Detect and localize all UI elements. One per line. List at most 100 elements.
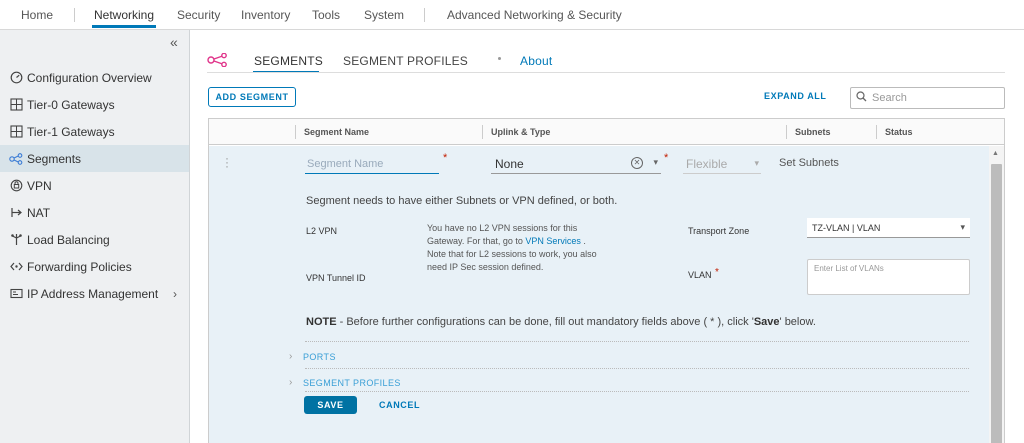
required-marker: * — [443, 152, 448, 164]
segments-table: Segment Name Uplink & Type Subnets Statu… — [208, 118, 1005, 443]
load-balancer-icon — [9, 233, 23, 247]
search-icon — [856, 91, 867, 105]
required-marker: * — [715, 267, 719, 278]
nav-separator — [424, 8, 425, 22]
sidebar-item-ip-address-management[interactable]: IP Address Management › — [0, 280, 189, 307]
segment-name-input[interactable] — [305, 154, 439, 174]
chevron-down-icon: ▾ — [754, 158, 759, 168]
save-button[interactable]: SAVE — [304, 396, 357, 414]
sidebar-item-label: VPN — [27, 178, 52, 193]
sidebar-item-configuration-overview[interactable]: Configuration Overview — [0, 64, 189, 91]
note-save: Save — [753, 316, 780, 328]
l2vpn-description: You have no L2 VPN sessions for this Gat… — [427, 222, 597, 274]
dashboard-icon — [9, 71, 23, 85]
column-separator — [786, 125, 787, 139]
sidebar-item-forwarding-policies[interactable]: Forwarding Policies — [0, 253, 189, 280]
column-header-uplink-type[interactable]: Uplink & Type — [484, 119, 550, 145]
transport-zone-value: TZ-VLAN | VLAN — [812, 222, 881, 233]
nat-icon — [9, 206, 23, 220]
nav-active-indicator — [92, 25, 156, 28]
nav-security[interactable]: Security — [177, 8, 220, 22]
table-header: Segment Name Uplink & Type Subnets Statu… — [209, 119, 1004, 145]
note-message: NOTE - Before further configurations can… — [306, 316, 816, 328]
transport-zone-label: Transport Zone — [688, 226, 750, 236]
segment-profiles-section[interactable]: › SEGMENT PROFILES — [289, 377, 401, 388]
sidebar-item-label: Tier-0 Gateways — [27, 97, 115, 112]
section-divider — [305, 341, 969, 342]
required-marker: * — [664, 152, 669, 164]
sidebar-item-label: IP Address Management — [27, 286, 159, 301]
nav-advanced-networking[interactable]: Advanced Networking & Security — [447, 8, 622, 22]
vpn-services-link[interactable]: VPN Services — [525, 236, 581, 246]
sidebar-item-label: Load Balancing — [27, 232, 110, 247]
note-prefix: NOTE — [306, 316, 337, 328]
nav-networking[interactable]: Networking — [94, 8, 154, 22]
segments-icon — [207, 52, 229, 70]
chevron-down-icon: ▾ — [960, 222, 965, 232]
table-row: ··· * None ✕ ▾ * Flexible ▾ Set Subnets … — [209, 146, 989, 443]
chevron-right-icon: › — [289, 351, 293, 362]
gateway-icon — [9, 98, 23, 112]
transport-zone-select[interactable]: TZ-VLAN | VLAN ▾ — [807, 218, 970, 238]
segment-profiles-label: SEGMENT PROFILES — [303, 377, 401, 388]
vlan-input[interactable] — [808, 260, 969, 294]
l2vpn-label: L2 VPN — [306, 226, 338, 236]
nav-tools[interactable]: Tools — [312, 8, 340, 22]
sidebar-item-tier0-gateways[interactable]: Tier-0 Gateways — [0, 91, 189, 118]
scrollbar-thumb[interactable] — [991, 164, 1002, 443]
sidebar-item-label: Segments — [27, 151, 82, 166]
collapse-sidebar-icon[interactable]: « — [170, 34, 178, 50]
vlan-input-box — [807, 259, 970, 295]
nav-system[interactable]: System — [364, 8, 404, 22]
uplink-select[interactable]: None ✕ ▾ — [491, 154, 661, 174]
sidebar: « Configuration Overview Tier-0 Gateways… — [0, 30, 190, 443]
tabs-divider — [207, 72, 1005, 73]
sidebar-item-nat[interactable]: NAT — [0, 199, 189, 226]
type-value: Flexible — [686, 156, 728, 171]
sidebar-item-label: NAT — [27, 205, 51, 220]
cancel-button[interactable]: CANCEL — [379, 400, 420, 410]
tab-about[interactable]: About — [520, 54, 552, 68]
sidebar-item-tier1-gateways[interactable]: Tier-1 Gateways — [0, 118, 189, 145]
validation-message: Segment needs to have either Subnets or … — [306, 195, 618, 207]
drag-handle-icon[interactable]: · · · — [225, 152, 229, 172]
vertical-scrollbar[interactable]: ▲ — [989, 146, 1004, 443]
forwarding-icon — [9, 260, 23, 274]
nav-home[interactable]: Home — [21, 8, 53, 22]
type-select[interactable]: Flexible ▾ — [683, 154, 761, 174]
segments-icon — [9, 152, 23, 166]
tab-separator-dot — [498, 57, 501, 60]
set-subnets-link[interactable]: Set Subnets — [779, 157, 839, 169]
sidebar-item-vpn[interactable]: VPN — [0, 172, 189, 199]
sidebar-item-label: Forwarding Policies — [27, 259, 132, 274]
main-content: SEGMENTS SEGMENT PROFILES About ADD SEGM… — [191, 30, 1024, 443]
gateway-icon — [9, 125, 23, 139]
sidebar-item-load-balancing[interactable]: Load Balancing — [0, 226, 189, 253]
tab-segment-profiles[interactable]: SEGMENT PROFILES — [343, 54, 468, 68]
search-input[interactable] — [872, 92, 992, 104]
scroll-up-icon[interactable]: ▲ — [992, 150, 999, 157]
column-separator — [482, 125, 483, 139]
tab-segments[interactable]: SEGMENTS — [254, 54, 323, 68]
column-separator — [295, 125, 296, 139]
note-suffix: ' below. — [779, 316, 816, 328]
top-navigation: Home Networking Security Inventory Tools… — [0, 0, 1024, 30]
column-header-segment-name[interactable]: Segment Name — [297, 119, 369, 145]
nav-inventory[interactable]: Inventory — [241, 8, 290, 22]
ports-section[interactable]: › PORTS — [289, 351, 336, 362]
search-box — [850, 87, 1005, 109]
vpn-icon — [9, 179, 23, 193]
section-divider — [305, 391, 969, 392]
add-segment-button[interactable]: ADD SEGMENT — [208, 87, 296, 107]
chevron-right-icon[interactable]: › — [173, 287, 177, 301]
sidebar-item-label: Tier-1 Gateways — [27, 124, 115, 139]
sidebar-item-label: Configuration Overview — [27, 70, 152, 85]
note-text: - Before further configurations can be d… — [336, 316, 754, 328]
column-header-subnets[interactable]: Subnets — [788, 119, 831, 145]
section-divider — [305, 368, 969, 369]
column-header-status[interactable]: Status — [878, 119, 913, 145]
expand-all-link[interactable]: EXPAND ALL — [764, 91, 827, 101]
clear-icon[interactable]: ✕ — [631, 157, 643, 169]
ports-label: PORTS — [303, 351, 336, 362]
sidebar-item-segments[interactable]: Segments — [0, 145, 189, 172]
